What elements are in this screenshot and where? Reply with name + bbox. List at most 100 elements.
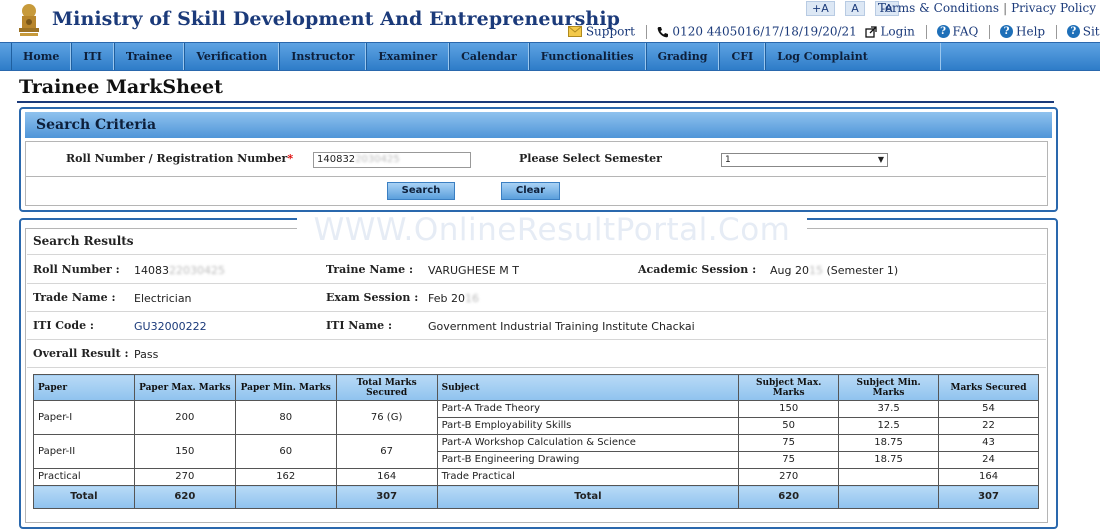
mail-icon: [568, 26, 582, 38]
subject-name: Trade Practical: [436, 468, 740, 486]
privacy-link[interactable]: Privacy Policy: [1011, 1, 1096, 15]
table-row: Practical 270 162 164 Trade Practical 27…: [33, 468, 1039, 486]
nav-trainee[interactable]: Trainee: [113, 43, 185, 70]
column-header: Subject: [436, 374, 740, 401]
paper-min: 162: [234, 468, 337, 486]
total-paper-max: 620: [133, 485, 236, 509]
normal-font-button[interactable]: A: [845, 1, 865, 16]
table-header-row: Paper Paper Max. Marks Paper Min. Marks …: [33, 374, 1039, 401]
divider: [989, 24, 991, 39]
total-paper-min: [234, 485, 337, 509]
nav-verification[interactable]: Verification: [184, 43, 280, 70]
row-divider: [27, 339, 1046, 340]
phone-info: 0120 4405016/17/18/19/20/21: [657, 24, 857, 39]
total-secured: 307: [938, 485, 1039, 509]
overall-result-label: Overall Result :: [33, 347, 129, 360]
top-links: Terms & Conditions | Privacy Policy: [878, 1, 1096, 15]
subject-max: 270: [738, 468, 840, 486]
clear-button[interactable]: Clear: [501, 182, 560, 200]
divider: [1055, 24, 1057, 39]
title-divider: [17, 101, 1054, 103]
row-divider: [27, 367, 1046, 368]
total-subject-label: Total: [436, 485, 740, 509]
nav-instructor[interactable]: Instructor: [279, 43, 367, 70]
iti-name-value: Government Industrial Training Institute…: [428, 320, 695, 333]
paper-max: 270: [133, 468, 236, 486]
subject-name: Part-A Trade Theory: [436, 400, 740, 418]
site-header: Ministry of Skill Development And Entrep…: [0, 0, 1100, 42]
increase-font-button[interactable]: +A: [806, 1, 835, 16]
paper-secured: 67: [335, 434, 438, 469]
iti-name-label: ITI Name :: [326, 319, 393, 332]
search-results-heading: Search Results: [33, 234, 134, 248]
nav-home[interactable]: Home: [11, 43, 72, 70]
semester-select[interactable]: 1 ▼: [721, 153, 888, 167]
column-header: Subject Max. Marks: [738, 374, 840, 401]
total-label: Total: [33, 485, 135, 509]
paper-max: 200: [133, 400, 236, 435]
search-criteria-heading: Search Criteria: [25, 112, 1052, 138]
national-emblem-logo: [19, 4, 39, 36]
form-divider: [25, 176, 1046, 177]
search-button[interactable]: Search: [387, 182, 455, 200]
row-divider: [27, 283, 1046, 284]
paper-name: Paper-I: [33, 400, 135, 435]
subject-min: [838, 468, 940, 486]
paper-name: Practical: [33, 468, 135, 486]
nav-calendar[interactable]: Calendar: [449, 43, 529, 70]
paper-min: 60: [234, 434, 337, 469]
column-header: Marks Secured: [938, 374, 1039, 401]
column-header: Paper: [33, 374, 135, 401]
academic-session-value: Aug 2015 (Semester 1): [770, 264, 899, 277]
utility-links: Support 0120 4405016/17/18/19/20/21 Logi…: [568, 24, 1100, 39]
page-title: Trainee MarkSheet: [19, 76, 223, 98]
support-link[interactable]: Support: [568, 24, 635, 39]
help-link[interactable]: ? Help: [1000, 24, 1045, 39]
trade-name-value: Electrician: [134, 292, 192, 305]
subject-secured: 22: [938, 417, 1039, 435]
subject-max: 50: [738, 417, 840, 435]
sitemap-icon: ?: [1066, 25, 1080, 39]
nav-grading[interactable]: Grading: [645, 43, 720, 70]
trade-name-label: Trade Name :: [33, 291, 116, 304]
paper-secured: 76 (G): [335, 400, 438, 435]
nav-functionalities[interactable]: Functionalities: [528, 43, 646, 70]
semester-label: Please Select Semester: [519, 152, 662, 165]
sitemap-link[interactable]: ?SiteMap: [1066, 24, 1100, 39]
faq-link[interactable]: ? FAQ: [936, 24, 978, 39]
dropdown-arrow-icon: ▼: [877, 155, 884, 164]
subject-max: 150: [738, 400, 840, 418]
total-subject-max: 620: [738, 485, 840, 509]
roll-number-input[interactable]: 1408322030425: [313, 152, 471, 168]
table-row: Paper-I 200 80 76 (G) Part-A Trade Theor…: [33, 400, 1039, 435]
nav-cfi[interactable]: CFI: [719, 43, 766, 70]
site-title[interactable]: Ministry of Skill Development And Entrep…: [52, 8, 620, 30]
total-subject-min: [838, 485, 940, 509]
required-asterisk: *: [287, 152, 294, 165]
login-link[interactable]: Login: [864, 24, 915, 39]
link-separator: |: [1003, 1, 1008, 15]
subject-min: 12.5: [838, 417, 940, 435]
subject-min: 18.75: [838, 434, 940, 452]
iti-code-link[interactable]: GU32000222: [134, 320, 207, 333]
roll-number-label: Roll Number / Registration Number*: [66, 152, 294, 165]
nav-log-complaint[interactable]: Log Complaint: [765, 43, 941, 70]
paper-secured: 164: [335, 468, 438, 486]
main-navigation: Home ITI Trainee Verification Instructor…: [0, 42, 1100, 71]
nav-iti[interactable]: ITI: [71, 43, 114, 70]
watermark-text: WWW.OnlineResultPortal.Com: [297, 213, 807, 247]
exam-session-label: Exam Session :: [326, 291, 419, 304]
terms-link[interactable]: Terms & Conditions: [878, 1, 999, 15]
help-circle-icon: ?: [1000, 25, 1013, 39]
column-header: Subject Min. Marks: [838, 374, 940, 401]
help-circle-icon: ?: [936, 25, 950, 39]
nav-examiner[interactable]: Examiner: [366, 43, 450, 70]
roll-number-result-value: 1408322030425: [134, 264, 225, 277]
subject-name: Part-B Engineering Drawing: [436, 451, 740, 469]
subject-secured: 24: [938, 451, 1039, 469]
paper-name: Paper-II: [33, 434, 135, 469]
column-header: Paper Max. Marks: [133, 374, 236, 401]
total-row: Total 620 307 Total 620 307: [33, 485, 1039, 509]
external-link-icon: [864, 26, 877, 38]
row-divider: [27, 254, 1046, 255]
